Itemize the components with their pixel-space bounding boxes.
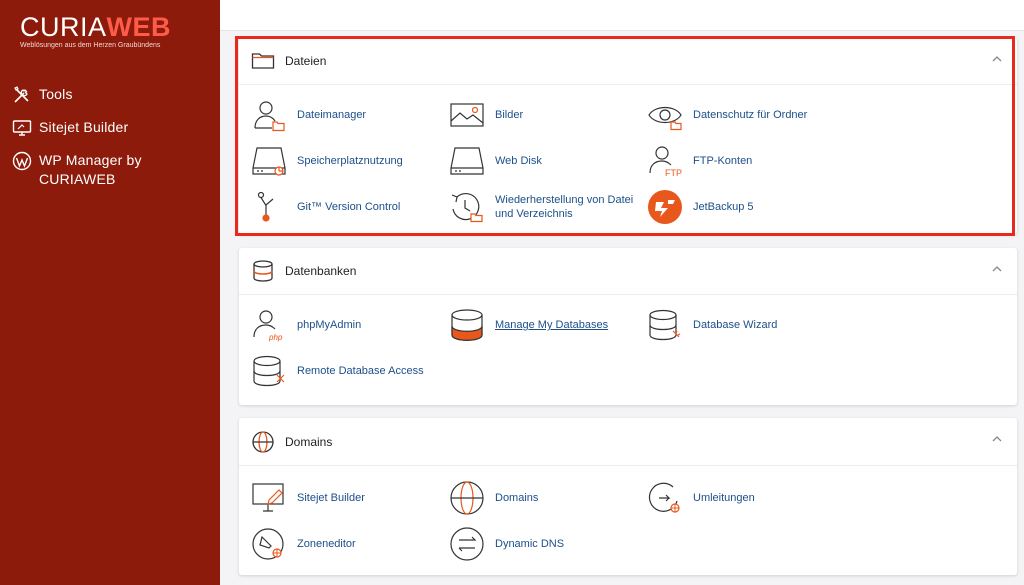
- tools-icon: [14, 86, 29, 103]
- item-label: Web Disk: [495, 155, 542, 167]
- jetbackup-icon: [648, 190, 682, 224]
- domains-icon: [450, 481, 484, 515]
- sidebar-item-label: Sitejet Builder: [39, 119, 129, 135]
- item-label: Wiederherstellung von Datei und Verzeich…: [495, 194, 634, 220]
- disk-usage-icon: [252, 147, 286, 176]
- item-label: FTP-Konten: [693, 155, 753, 167]
- phpmyadmin-icon: php: [253, 310, 283, 342]
- item-images[interactable]: Bilder: [449, 97, 523, 133]
- item-label: Git™ Version Control: [297, 201, 401, 213]
- directory-privacy-icon: [648, 106, 682, 131]
- item-label: Umleitungen: [693, 492, 755, 504]
- svg-text:php: php: [268, 333, 283, 342]
- folder-icon: [251, 53, 275, 69]
- item-redirects[interactable]: Umleitungen: [647, 480, 755, 516]
- sidebar-item-wp-manager[interactable]: WP Manager by CURIAWEB: [12, 151, 212, 189]
- brand-name-part1: CURIA: [20, 12, 107, 42]
- item-sitejet-builder[interactable]: Sitejet Builder: [251, 480, 365, 516]
- item-domains[interactable]: Domains: [449, 480, 538, 516]
- dynamic-dns-icon: [450, 527, 484, 561]
- item-dynamic-dns[interactable]: Dynamic DNS: [449, 526, 564, 562]
- item-remote-database[interactable]: Remote Database Access: [251, 353, 424, 389]
- item-disk-usage[interactable]: Speicherplatznutzung: [251, 143, 403, 179]
- section-header-files[interactable]: Dateien: [239, 38, 1017, 85]
- item-label: Datenschutz für Ordner: [693, 109, 808, 121]
- brand-name-part2: WEB: [106, 12, 172, 42]
- chevron-up-icon[interactable]: [991, 53, 1003, 65]
- brand-logo[interactable]: CURIAWEB Weblösungen aus dem Herzen Grau…: [20, 12, 171, 49]
- item-label: phpMyAdmin: [297, 319, 362, 331]
- item-label: Bilder: [495, 109, 524, 121]
- item-label: Speicherplatznutzung: [297, 155, 403, 167]
- item-label: Domains: [495, 492, 539, 504]
- brand-name: CURIAWEB: [20, 12, 171, 42]
- section-title: Domains: [285, 434, 333, 449]
- top-bar: [220, 0, 1024, 31]
- item-label: Zoneneditor: [297, 538, 356, 550]
- wordpress-icon: [12, 151, 32, 171]
- item-web-disk[interactable]: Web Disk: [449, 143, 542, 179]
- ftp-accounts-icon: FTP: [649, 146, 682, 178]
- section-header-domains[interactable]: Domains: [239, 418, 1017, 466]
- section-databases: Datenbanken php phpMyAdmin Manage My Dat…: [239, 248, 1017, 405]
- item-directory-privacy[interactable]: Datenschutz für Ordner: [647, 97, 807, 133]
- item-git-version-control[interactable]: Git™ Version Control: [251, 189, 400, 225]
- item-label: JetBackup 5: [693, 201, 754, 213]
- section-header-databases[interactable]: Datenbanken: [239, 248, 1017, 295]
- item-file-manager[interactable]: Dateimanager: [251, 97, 366, 133]
- redirects-icon: [648, 482, 680, 513]
- brand-tagline: Weblösungen aus dem Herzen Graubündens: [20, 42, 161, 49]
- item-label: Dateimanager: [297, 109, 367, 121]
- sitejet-builder-icon: [252, 483, 284, 512]
- section-title: Dateien: [285, 54, 327, 68]
- sidebar-item-sitejet-builder[interactable]: Sitejet Builder: [12, 118, 212, 138]
- remote-database-icon: [253, 355, 285, 387]
- section-title: Datenbanken: [285, 264, 357, 278]
- database-wizard-icon: [649, 309, 681, 341]
- section-files: Dateien Dateimanager Bilder Datenschutz …: [239, 38, 1017, 234]
- sidebar-item-tools[interactable]: Tools: [12, 85, 212, 105]
- sitejet-icon: [12, 120, 32, 136]
- item-label: Remote Database Access: [297, 365, 424, 377]
- item-label: Sitejet Builder: [297, 492, 365, 504]
- chevron-up-icon[interactable]: [991, 433, 1003, 445]
- web-disk-icon: [450, 147, 484, 175]
- globe-icon: [252, 430, 274, 453]
- item-label: Dynamic DNS: [495, 538, 565, 550]
- zone-editor-icon: [252, 528, 284, 560]
- chevron-up-icon[interactable]: [991, 263, 1003, 275]
- git-icon: [257, 191, 274, 222]
- section-domains: Domains Sitejet Builder Domains Umleitun…: [239, 418, 1017, 575]
- item-label: Manage My Databases: [495, 319, 609, 331]
- sidebar-item-label: Tools: [39, 86, 73, 102]
- item-ftp-accounts[interactable]: FTP FTP-Konten: [647, 143, 752, 179]
- sidebar: CURIAWEB Weblösungen aus dem Herzen Grau…: [0, 0, 220, 585]
- item-database-wizard[interactable]: Database Wizard: [647, 307, 777, 343]
- file-manager-icon: [254, 101, 285, 132]
- item-phpmyadmin[interactable]: php phpMyAdmin: [251, 307, 361, 343]
- item-jetbackup[interactable]: JetBackup 5: [647, 189, 754, 225]
- svg-text:FTP: FTP: [665, 168, 682, 178]
- sidebar-nav: Tools Sitejet Builder WP Manager by CURI…: [12, 85, 212, 202]
- database-icon: [253, 260, 273, 282]
- manage-databases-icon: [451, 309, 483, 341]
- restore-icon: [451, 193, 483, 223]
- item-zone-editor[interactable]: Zoneneditor: [251, 526, 356, 562]
- item-label: Database Wizard: [693, 319, 778, 331]
- item-manage-databases[interactable]: Manage My Databases: [449, 307, 608, 343]
- sidebar-item-label: WP Manager by CURIAWEB: [39, 152, 142, 187]
- item-file-restore[interactable]: Wiederherstellung von Datei und Verzeich…: [449, 189, 645, 225]
- images-icon: [450, 103, 484, 127]
